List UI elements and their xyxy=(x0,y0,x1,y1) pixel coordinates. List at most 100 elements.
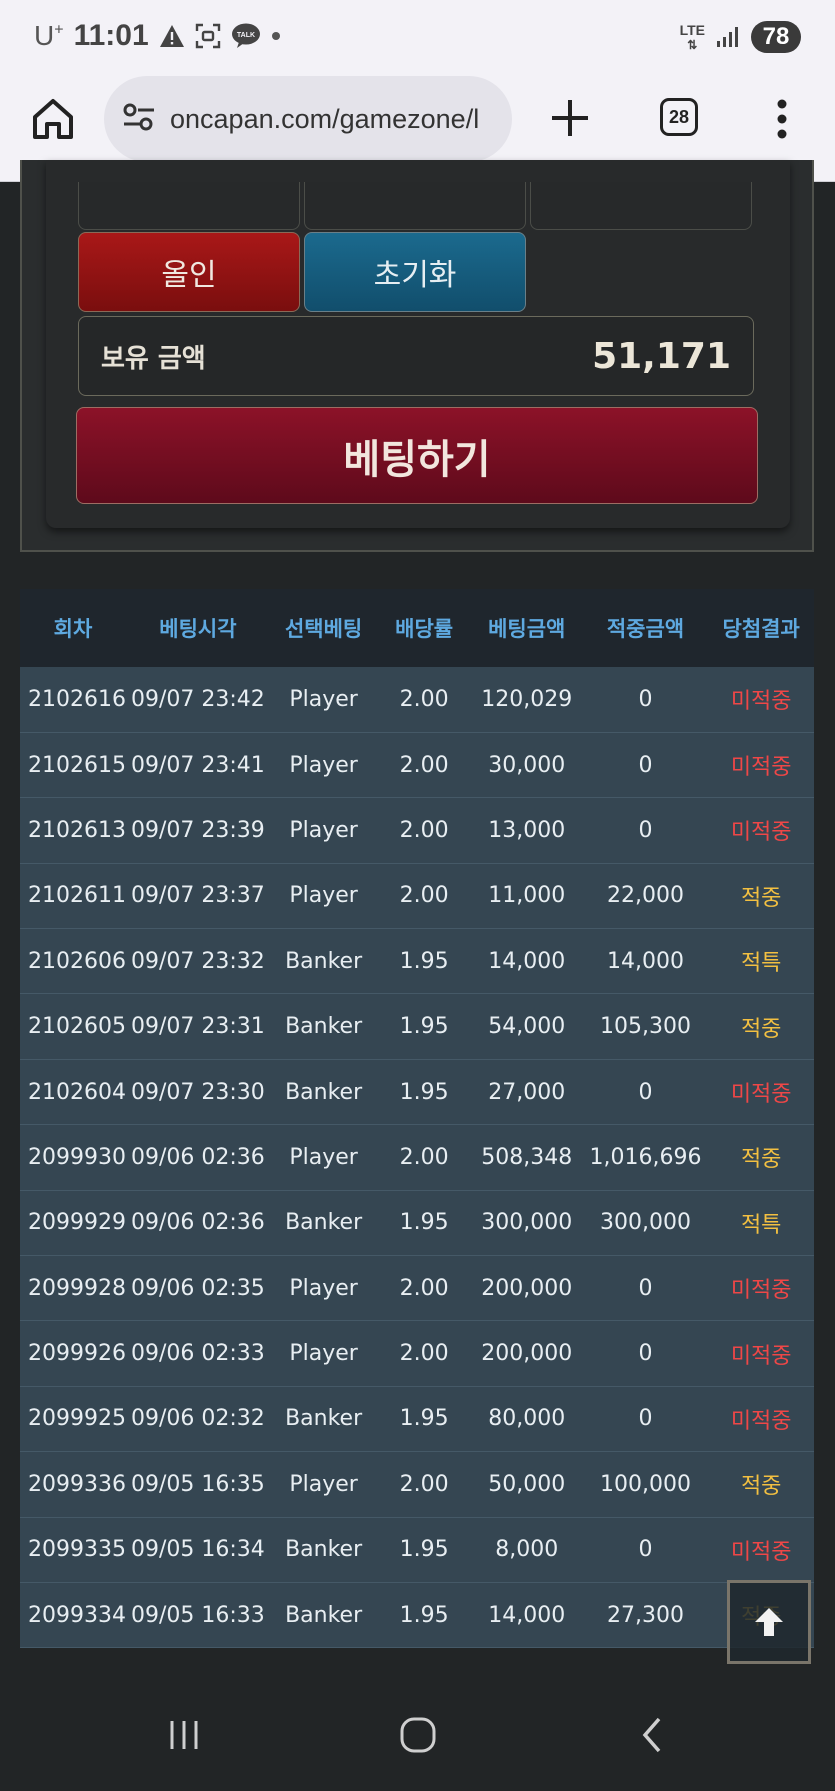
bet-amount-cell: 80,000 xyxy=(488,1406,566,1432)
status-right: LTE ⇅ 78 xyxy=(680,18,801,56)
time-cell: 09/06 02:35 xyxy=(131,1275,265,1301)
table-row: 2102615 09/07 23:41 Player 2.00 30,000 0 미적중 xyxy=(20,732,814,798)
time-cell: 09/06 02:33 xyxy=(131,1341,265,1367)
arrow-up-icon xyxy=(755,1608,783,1636)
tune-icon[interactable] xyxy=(122,102,156,136)
win-amount-cell: 0 xyxy=(638,1341,653,1367)
bet-amount-cell: 300,000 xyxy=(481,1210,573,1236)
scroll-to-top-button[interactable] xyxy=(727,1580,811,1664)
table-row: 2102606 09/07 23:32 Banker 1.95 14,000 14,000… xyxy=(20,928,814,994)
table-row: 2099929 09/06 02:36 Banker 1.95 300,000 300,0… xyxy=(20,1190,814,1256)
warning-icon xyxy=(159,24,185,48)
odds-cell: 1.95 xyxy=(399,1079,449,1105)
screenshot-icon xyxy=(195,23,221,49)
table-row: 2099336 09/05 16:35 Player 2.00 50,000 100,00… xyxy=(20,1451,814,1518)
place-bet-button[interactable]: 베팅하기 xyxy=(76,407,758,504)
pick-cell: Banker xyxy=(285,1406,363,1432)
pick-cell: Player xyxy=(289,1144,358,1170)
time-cell: 09/05 16:33 xyxy=(131,1602,265,1628)
home-icon[interactable] xyxy=(30,96,76,142)
carrier-sup: + xyxy=(54,21,64,39)
win-amount-cell: 14,000 xyxy=(606,948,684,974)
win-amount-cell: 0 xyxy=(638,686,653,712)
odds-cell: 2.00 xyxy=(399,1471,449,1497)
chip-slot[interactable] xyxy=(78,182,300,230)
back-icon[interactable] xyxy=(622,1710,682,1760)
result-cell: 미적중 xyxy=(730,1408,792,1434)
address-bar[interactable]: oncapan.com/gamezone/l xyxy=(104,76,512,162)
result-cell: 적중 xyxy=(740,1016,782,1042)
round-cell: 2102613 xyxy=(28,817,126,843)
result-cell: 적특 xyxy=(740,951,782,977)
balance-field: 보유 금액 51,171 xyxy=(78,316,754,396)
win-amount-cell: 0 xyxy=(638,817,653,843)
nav-home-icon[interactable] xyxy=(388,1710,448,1760)
pick-cell: Player xyxy=(289,686,358,712)
bet-amount-cell: 54,000 xyxy=(488,1014,566,1040)
battery-badge: 78 xyxy=(751,21,801,53)
pick-cell: Player xyxy=(289,1471,358,1497)
result-cell: 미적중 xyxy=(730,820,792,846)
bet-amount-cell: 120,029 xyxy=(481,686,573,712)
time-cell: 09/05 16:35 xyxy=(131,1471,265,1497)
odds-cell: 2.00 xyxy=(399,686,449,712)
talk-icon: TALK xyxy=(231,23,261,49)
pick-cell: Banker xyxy=(285,948,363,974)
win-amount-cell: 22,000 xyxy=(606,883,684,909)
recents-icon[interactable] xyxy=(154,1710,214,1760)
win-amount-cell: 0 xyxy=(638,1406,653,1432)
chip-slot[interactable] xyxy=(530,182,752,230)
url-text[interactable]: oncapan.com/gamezone/l xyxy=(170,104,479,135)
round-cell: 2099929 xyxy=(28,1210,126,1236)
chip-slot[interactable] xyxy=(304,182,526,230)
table-header-row: 회차 베팅시각 선택베팅 배당률 베팅금액 적중금액 당첨결과 xyxy=(20,589,814,667)
column-header: 회차 xyxy=(53,617,93,641)
pick-cell: Banker xyxy=(285,1014,363,1040)
time-cell: 09/07 23:31 xyxy=(131,1014,265,1040)
win-amount-cell: 0 xyxy=(638,1275,653,1301)
more-vert-icon[interactable] xyxy=(770,96,794,142)
dot-icon xyxy=(271,31,281,41)
carrier-name: U xyxy=(34,20,55,51)
round-cell: 2102611 xyxy=(28,883,126,909)
tab-switcher-button[interactable]: 28 xyxy=(660,98,698,136)
column-header: 베팅금액 xyxy=(488,617,566,641)
balance-label: 보유 금액 xyxy=(101,343,206,374)
pick-cell: Player xyxy=(289,817,358,843)
system-nav-bar xyxy=(0,1680,835,1791)
win-amount-cell: 0 xyxy=(638,752,653,778)
plus-icon[interactable] xyxy=(548,96,592,140)
result-cell: 미적중 xyxy=(730,1539,792,1565)
bet-history-table: 회차 베팅시각 선택베팅 배당률 베팅금액 적중금액 당첨결과 2102616 0… xyxy=(20,589,814,1648)
result-cell: 적중 xyxy=(740,1147,782,1173)
time-cell: 09/07 23:32 xyxy=(131,948,265,974)
table-row: 2102616 09/07 23:42 Player 2.00 120,029 0 미적중 xyxy=(20,667,814,733)
table-row: 2099335 09/05 16:34 Banker 1.95 8,000 0 미적중 xyxy=(20,1517,814,1583)
column-header: 배당률 xyxy=(395,617,454,641)
round-cell: 2102605 xyxy=(28,1014,126,1040)
table-row: 2099930 09/06 02:36 Player 2.00 508,348 1,016… xyxy=(20,1124,814,1191)
round-cell: 2102616 xyxy=(28,686,126,712)
table-row: 2102604 09/07 23:30 Banker 1.95 27,000 0 미적중 xyxy=(20,1059,814,1125)
pick-cell: Player xyxy=(289,883,358,909)
carrier-label: U+ xyxy=(34,20,64,52)
win-amount-cell: 100,000 xyxy=(599,1471,691,1497)
bet-amount-cell: 508,348 xyxy=(481,1144,573,1170)
table-row: 2102613 09/07 23:39 Player 2.00 13,000 0 미적중 xyxy=(20,797,814,864)
pick-cell: Player xyxy=(289,1341,358,1367)
time-cell: 09/06 02:36 xyxy=(131,1144,265,1170)
result-cell: 미적중 xyxy=(730,1278,792,1304)
balance-value: 51,171 xyxy=(592,335,731,377)
odds-cell: 1.95 xyxy=(399,948,449,974)
table-row: 2099925 09/06 02:32 Banker 1.95 80,000 0 미적중 xyxy=(20,1386,814,1452)
column-header: 당첨결과 xyxy=(722,617,800,641)
round-cell: 2099928 xyxy=(28,1275,126,1301)
all-in-button[interactable]: 올인 xyxy=(78,232,300,312)
result-cell: 미적중 xyxy=(730,1343,792,1369)
reset-button[interactable]: 초기화 xyxy=(304,232,526,312)
network-indicator: LTE ⇅ xyxy=(679,21,705,52)
status-bar: U+ 11:01 TALK LTE ⇅ 78 xyxy=(0,0,835,72)
result-cell: 미적중 xyxy=(730,689,792,715)
odds-cell: 2.00 xyxy=(399,883,449,909)
bet-amount-cell: 200,000 xyxy=(481,1275,573,1301)
